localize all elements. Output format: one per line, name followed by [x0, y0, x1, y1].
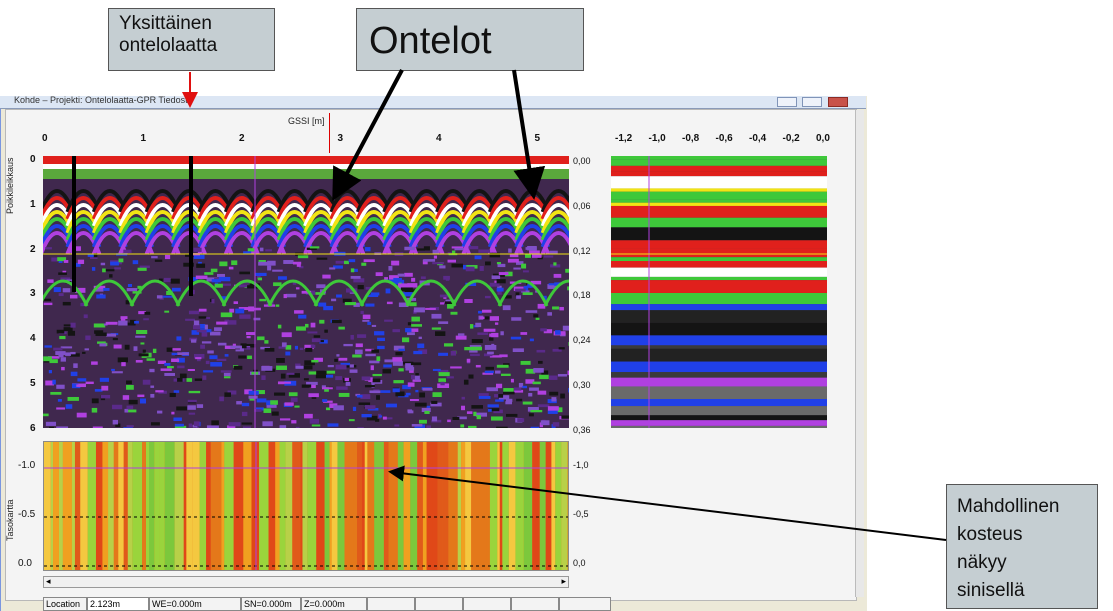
void-arrow-left	[332, 69, 404, 202]
annotation-arrows	[182, 69, 947, 541]
moisture-arrow	[388, 465, 947, 541]
void-arrow-right	[512, 69, 546, 200]
